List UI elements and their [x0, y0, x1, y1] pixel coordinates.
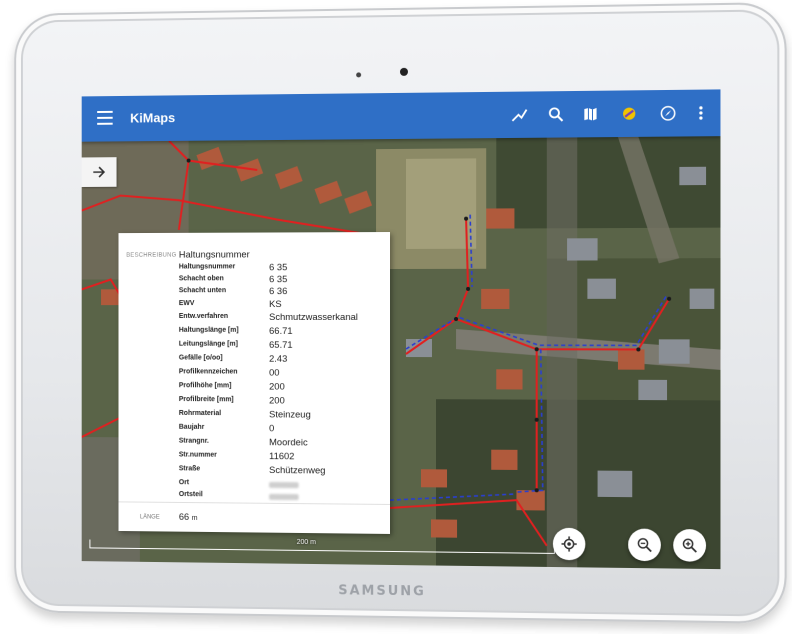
panel-heading: Haltungsnummer — [178, 249, 250, 261]
locate-button[interactable] — [552, 527, 586, 561]
attribute-value: Steinzeug — [269, 409, 311, 421]
gps-locate-icon — [561, 536, 577, 552]
attribute-row: Haltungslänge [m] 66.71 — [178, 325, 386, 339]
attribute-value: Schmutzwasserkanal — [269, 312, 358, 323]
attribute-key: Haltungslänge [m] — [178, 326, 239, 334]
device-brand: SAMSUNG — [338, 583, 426, 600]
attribute-row: Leitungslänge [m] 65.71 — [178, 339, 386, 353]
app-screen: KiMaps BESCHREIBUNG Haltungsnummer Haltu… — [81, 89, 721, 570]
attribute-key: Baujahr — [178, 423, 205, 431]
attribute-row: Str.nummer 11602 — [178, 451, 386, 465]
arrow-right-icon — [92, 166, 106, 178]
length-value: 66 m — [179, 512, 198, 523]
expand-panel-button[interactable] — [81, 157, 117, 187]
attribute-row: EWV KS — [178, 299, 386, 312]
section-label: BESCHREIBUNG — [126, 252, 177, 259]
attribute-key: Strangnr. — [178, 437, 209, 445]
attribute-value: 65.71 — [269, 339, 293, 351]
attribute-value: Schützenweg — [269, 465, 326, 477]
attribute-row: Schacht unten 6 36 — [178, 286, 386, 299]
attribute-key: Schacht unten — [178, 287, 227, 295]
length-number: 66 — [178, 511, 190, 523]
attribute-row: Entw.verfahren Schmutzwasserkanal — [178, 312, 386, 325]
zoom-out-icon — [636, 537, 652, 553]
attribute-row: Profilkennzeichen 00 — [179, 368, 386, 381]
search-icon[interactable] — [545, 103, 567, 125]
attribute-key: Haltungsnummer — [178, 263, 236, 271]
attribute-value: 66.71 — [269, 325, 293, 337]
app-title: KiMaps — [130, 110, 176, 126]
attribute-value: 6 35 — [269, 274, 288, 286]
attribute-row: Profilhöhe [mm] 200 — [179, 382, 386, 395]
measure-icon[interactable] — [508, 104, 530, 126]
zoom-in-icon — [681, 537, 697, 553]
attribute-key: Gefälle [o/oo] — [178, 354, 223, 362]
attribute-value: 11602 — [269, 451, 295, 463]
attribute-key: Profilbreite [mm] — [178, 396, 234, 404]
zoom-in-button[interactable] — [673, 528, 707, 562]
attribute-row: Strangnr. Moordeic — [178, 437, 386, 451]
attribute-value: 00 — [269, 367, 280, 379]
attribute-value: 0 — [269, 423, 275, 435]
more-vert-icon[interactable] — [690, 102, 713, 125]
attribute-row: Profilbreite [mm] 200 — [178, 395, 386, 409]
attribute-key: Leitungslänge [m] — [178, 340, 238, 348]
feature-info-panel: BESCHREIBUNG Haltungsnummer Haltungsnumm… — [118, 232, 391, 534]
map-icon[interactable] — [579, 103, 601, 125]
attribute-key: EWV — [178, 300, 195, 308]
attribute-value: 6 36 — [269, 286, 288, 298]
attribute-row: Straße Schützenweg — [179, 465, 386, 479]
length-unit: m — [191, 514, 198, 522]
attribute-key: Profilhöhe [mm] — [178, 382, 232, 390]
menu-icon[interactable] — [97, 110, 113, 125]
attribute-value: KS — [269, 299, 282, 311]
attribute-value: 2.43 — [269, 353, 288, 365]
attribute-row: Rohrmaterial Steinzeug — [178, 409, 386, 423]
attribute-key: Entw.verfahren — [178, 313, 229, 320]
scale-label: 200 m — [296, 538, 316, 547]
navigation-icon[interactable] — [657, 102, 680, 125]
redacted-value — [269, 493, 299, 501]
attribute-key: Straße — [178, 465, 201, 473]
tablet-frame: SAMSUNG KiMaps BESCHREIBUNG Haltungsnumm… — [14, 2, 787, 624]
sensor-dot — [356, 72, 362, 78]
zoom-out-button[interactable] — [628, 528, 661, 562]
attribute-value: 200 — [269, 381, 285, 393]
redacted-value — [269, 481, 299, 489]
front-camera — [399, 67, 408, 76]
attribute-row: Baujahr 0 — [178, 423, 386, 437]
attribute-value: Moordeic — [269, 437, 308, 449]
attribute-key: Profilkennzeichen — [178, 368, 238, 376]
app-bar: KiMaps — [81, 89, 721, 142]
attribute-key: Ortsteil — [178, 491, 203, 499]
layers-icon[interactable] — [618, 102, 640, 124]
length-label: LÄNGE — [139, 514, 160, 521]
attribute-key: Schacht oben — [178, 275, 224, 283]
attribute-value: 200 — [269, 395, 285, 407]
attribute-key: Ort — [178, 479, 190, 487]
attribute-value: 6 35 — [269, 262, 288, 274]
attribute-key: Rohrmaterial — [178, 409, 222, 418]
attribute-row: Gefälle [o/oo] 2.43 — [178, 353, 386, 367]
attribute-key: Str.nummer — [178, 451, 217, 459]
